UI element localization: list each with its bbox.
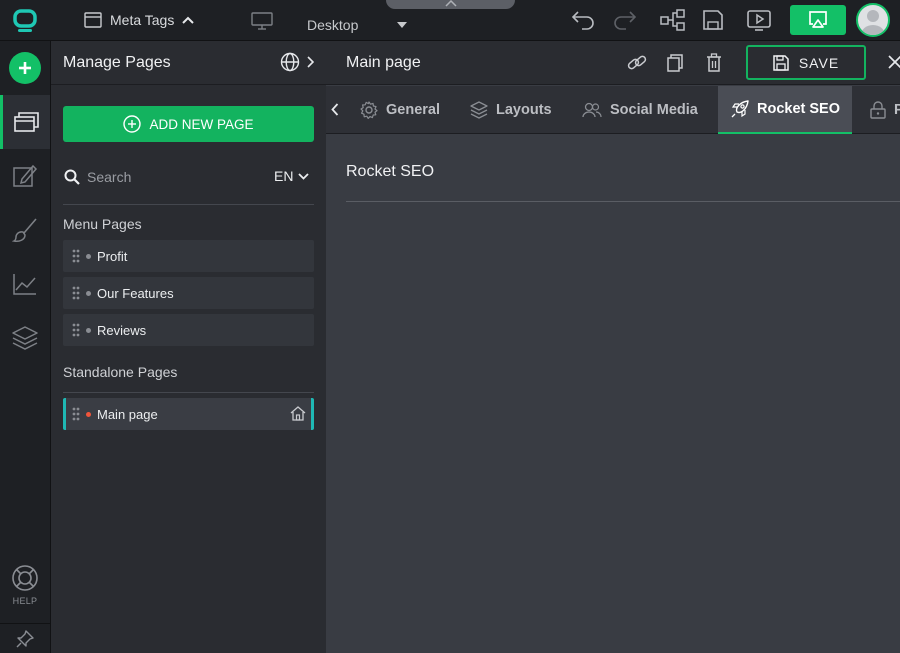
trash-icon[interactable] bbox=[706, 53, 722, 73]
settings-tabs: General Layouts Social Media Rocket SEO … bbox=[326, 86, 900, 134]
help-label: HELP bbox=[12, 596, 38, 606]
manage-pages-panel: Manage Pages ADD NEW PAGE EN Menu Pages … bbox=[51, 41, 326, 653]
tab-rocket-seo[interactable]: Rocket SEO bbox=[718, 86, 852, 134]
users-icon bbox=[582, 102, 602, 118]
left-rail: HELP bbox=[0, 41, 51, 653]
collapse-topbar-handle[interactable] bbox=[386, 0, 515, 9]
tab-general[interactable]: General bbox=[360, 86, 440, 134]
page-settings-editor: Main page SAVE General Layouts Social Me… bbox=[326, 41, 900, 653]
drag-handle-icon[interactable] bbox=[72, 286, 80, 300]
chevron-down-icon bbox=[298, 172, 310, 180]
tab-label: P bbox=[894, 102, 900, 118]
add-icon[interactable] bbox=[9, 52, 41, 84]
section-title: Rocket SEO bbox=[346, 163, 435, 180]
panel-title: Manage Pages bbox=[63, 54, 171, 71]
top-bar: Meta Tags Desktop bbox=[0, 0, 900, 41]
plus-circle-icon bbox=[123, 115, 142, 133]
preview-play-icon[interactable] bbox=[746, 8, 772, 32]
window-icon bbox=[84, 12, 102, 28]
tab-label: General bbox=[386, 102, 440, 118]
save-disk-icon[interactable] bbox=[701, 8, 725, 32]
page-status-dot bbox=[86, 253, 91, 259]
page-item-reviews[interactable]: Reviews bbox=[63, 314, 314, 346]
help-lifebuoy-icon bbox=[10, 563, 40, 593]
tab-label: Layouts bbox=[496, 102, 552, 118]
meta-tags-toggle[interactable]: Meta Tags bbox=[84, 9, 195, 31]
chevron-up-icon bbox=[444, 0, 457, 9]
add-new-page-button[interactable]: ADD NEW PAGE bbox=[63, 106, 314, 142]
help-button[interactable]: HELP bbox=[0, 563, 50, 606]
language-label: EN bbox=[274, 168, 294, 184]
app-logo-icon[interactable] bbox=[0, 0, 50, 41]
brush-icon[interactable] bbox=[0, 203, 50, 257]
gear-icon bbox=[360, 101, 378, 119]
page-item-main-page[interactable]: Main page bbox=[63, 398, 314, 430]
layers-icon[interactable] bbox=[0, 311, 50, 365]
drag-handle-icon[interactable] bbox=[72, 323, 80, 337]
monitor-icon[interactable] bbox=[251, 12, 273, 30]
save-disk-icon bbox=[773, 54, 789, 71]
tab-layouts[interactable]: Layouts bbox=[470, 86, 552, 134]
search-input[interactable] bbox=[87, 167, 257, 187]
tab-password[interactable]: P bbox=[870, 86, 900, 134]
save-label: SAVE bbox=[798, 54, 840, 71]
editor-page-title: Main page bbox=[346, 54, 421, 71]
chevron-up-icon bbox=[182, 16, 195, 24]
redo-icon[interactable] bbox=[612, 8, 640, 32]
rocket-icon bbox=[731, 100, 749, 118]
publish-cast-icon bbox=[807, 10, 829, 30]
page-item-our-features[interactable]: Our Features bbox=[63, 277, 314, 309]
device-select[interactable]: Desktop bbox=[307, 17, 358, 33]
search-icon bbox=[64, 169, 80, 185]
standalone-pages-heading: Standalone Pages bbox=[63, 364, 178, 380]
page-item-label: Our Features bbox=[97, 285, 174, 301]
section-divider bbox=[63, 392, 314, 393]
menu-pages-heading: Menu Pages bbox=[63, 216, 142, 232]
avatar-icon[interactable] bbox=[856, 3, 890, 37]
drag-handle-icon[interactable] bbox=[72, 407, 80, 421]
caret-down-icon[interactable] bbox=[397, 22, 407, 28]
section-divider bbox=[346, 201, 900, 202]
layers-icon bbox=[470, 101, 488, 119]
duplicate-icon[interactable] bbox=[666, 53, 684, 73]
page-status-dot bbox=[86, 290, 91, 296]
page-item-label: Main page bbox=[97, 406, 158, 422]
home-icon[interactable] bbox=[290, 406, 306, 421]
save-button[interactable]: SAVE bbox=[746, 45, 866, 80]
drag-handle-icon[interactable] bbox=[72, 249, 80, 263]
pages-icon[interactable] bbox=[0, 95, 50, 149]
chevron-right-icon[interactable] bbox=[306, 56, 314, 68]
analytics-icon[interactable] bbox=[0, 257, 50, 311]
page-status-dot bbox=[86, 411, 91, 417]
tab-label: Social Media bbox=[610, 102, 698, 118]
language-select[interactable]: EN bbox=[274, 168, 310, 184]
add-new-page-label: ADD NEW PAGE bbox=[149, 116, 254, 132]
link-icon[interactable] bbox=[626, 53, 648, 73]
page-status-dot bbox=[86, 327, 91, 333]
sitemap-icon[interactable] bbox=[659, 8, 687, 32]
globe-icon[interactable] bbox=[280, 52, 300, 72]
edit-icon[interactable] bbox=[0, 149, 50, 203]
pin-icon[interactable] bbox=[0, 623, 50, 653]
page-item-label: Profit bbox=[97, 248, 128, 264]
undo-icon[interactable] bbox=[568, 8, 596, 32]
page-item-label: Reviews bbox=[97, 322, 147, 338]
panel-header: Manage Pages bbox=[51, 41, 326, 85]
tab-label: Rocket SEO bbox=[757, 101, 840, 117]
publish-button[interactable] bbox=[790, 5, 846, 35]
chevron-left-icon[interactable] bbox=[331, 103, 339, 116]
search-row: EN bbox=[63, 159, 314, 205]
meta-tags-label: Meta Tags bbox=[110, 12, 175, 28]
close-icon[interactable] bbox=[888, 55, 900, 69]
tab-social-media[interactable]: Social Media bbox=[582, 86, 698, 134]
editor-header: Main page SAVE bbox=[326, 41, 900, 85]
lock-icon bbox=[870, 101, 886, 119]
page-item-profit[interactable]: Profit bbox=[63, 240, 314, 272]
